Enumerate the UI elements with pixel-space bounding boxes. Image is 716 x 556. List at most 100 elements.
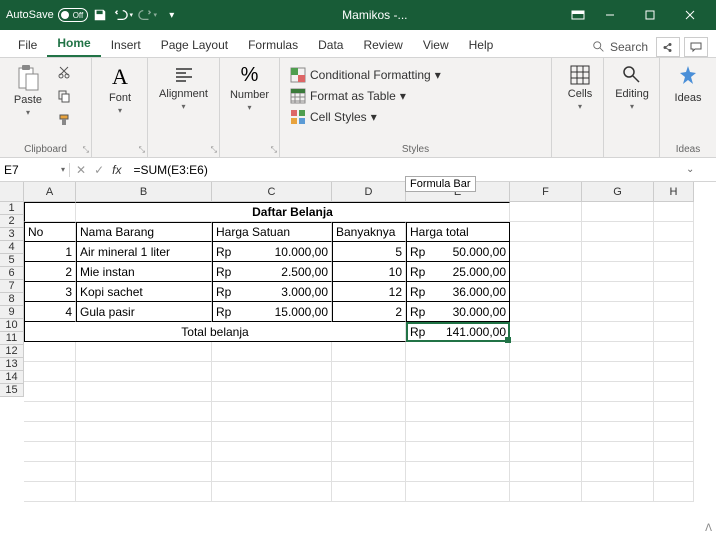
tab-file[interactable]: File	[8, 33, 47, 57]
chevron-down-icon[interactable]: ▾	[61, 165, 65, 174]
cell[interactable]	[582, 302, 654, 322]
fx-icon[interactable]: fx	[112, 163, 121, 177]
font-launcher-icon[interactable]: ⤡	[139, 145, 145, 155]
tab-home[interactable]: Home	[47, 31, 100, 57]
cell[interactable]	[654, 302, 694, 322]
cell[interactable]	[406, 482, 510, 502]
row-header[interactable]: 15	[0, 384, 24, 397]
paste-button[interactable]: Paste ▾	[6, 62, 50, 119]
cell[interactable]: Rp3.000,00	[212, 282, 332, 302]
cell[interactable]	[76, 482, 212, 502]
search-button[interactable]: Search	[592, 40, 648, 54]
cell[interactable]	[76, 422, 212, 442]
cell[interactable]	[76, 382, 212, 402]
cell[interactable]	[406, 382, 510, 402]
cell[interactable]	[582, 382, 654, 402]
alignment-launcher-icon[interactable]: ⤡	[211, 145, 217, 155]
minimize-button[interactable]	[590, 0, 630, 30]
cell[interactable]	[406, 362, 510, 382]
header-no[interactable]: No	[24, 222, 76, 242]
cell[interactable]	[654, 202, 694, 222]
cell[interactable]	[24, 342, 76, 362]
cell[interactable]	[510, 402, 582, 422]
cell[interactable]: Rp10.000,00	[212, 242, 332, 262]
cell[interactable]	[76, 342, 212, 362]
cell[interactable]	[582, 362, 654, 382]
collapse-ribbon-icon[interactable]: ᐱ	[705, 523, 712, 534]
number-button[interactable]: % Number ▾	[226, 62, 273, 114]
row-header[interactable]: 7	[0, 280, 24, 293]
cell[interactable]: 1	[24, 242, 76, 262]
col-header-a[interactable]: A	[24, 182, 76, 202]
tab-page-layout[interactable]: Page Layout	[151, 33, 238, 57]
row-header[interactable]: 2	[0, 215, 24, 228]
cell[interactable]	[582, 462, 654, 482]
cell[interactable]	[654, 262, 694, 282]
cell[interactable]	[510, 222, 582, 242]
row-header[interactable]: 9	[0, 306, 24, 319]
cell[interactable]	[654, 222, 694, 242]
format-painter-button[interactable]	[54, 110, 74, 130]
tab-view[interactable]: View	[413, 33, 459, 57]
cell[interactable]	[510, 282, 582, 302]
col-header-b[interactable]: B	[76, 182, 212, 202]
col-header-h[interactable]: H	[654, 182, 694, 202]
cell[interactable]	[76, 362, 212, 382]
cell[interactable]	[654, 362, 694, 382]
cell[interactable]	[654, 402, 694, 422]
row-header[interactable]: 10	[0, 319, 24, 332]
cell[interactable]	[24, 462, 76, 482]
header-harga-total[interactable]: Harga total	[406, 222, 510, 242]
clipboard-launcher-icon[interactable]: ⤡	[83, 145, 89, 155]
formula-input[interactable]	[127, 163, 716, 177]
row-header[interactable]: 3	[0, 228, 24, 241]
cell[interactable]	[24, 422, 76, 442]
cell[interactable]	[582, 262, 654, 282]
ideas-button[interactable]: Ideas	[666, 62, 710, 106]
cell[interactable]: Gula pasir	[76, 302, 212, 322]
cancel-formula-icon[interactable]: ✕	[76, 163, 86, 177]
cell[interactable]: Kopi sachet	[76, 282, 212, 302]
share-button[interactable]	[656, 37, 680, 57]
cell[interactable]	[76, 442, 212, 462]
cell[interactable]	[582, 282, 654, 302]
cell[interactable]	[654, 482, 694, 502]
row-header[interactable]: 11	[0, 332, 24, 345]
cell[interactable]	[582, 322, 654, 342]
cell[interactable]	[406, 462, 510, 482]
cell[interactable]	[510, 382, 582, 402]
cell[interactable]	[582, 482, 654, 502]
cell[interactable]: 5	[332, 242, 406, 262]
copy-button[interactable]	[54, 86, 74, 106]
cell[interactable]: Rp15.000,00	[212, 302, 332, 322]
cell[interactable]	[406, 422, 510, 442]
cell[interactable]	[654, 342, 694, 362]
row-header[interactable]: 4	[0, 241, 24, 254]
font-button[interactable]: A Font ▾	[98, 62, 142, 117]
cell[interactable]	[582, 222, 654, 242]
number-launcher-icon[interactable]: ⤡	[271, 145, 277, 155]
header-harga-satuan[interactable]: Harga Satuan	[212, 222, 332, 242]
redo-icon[interactable]: ▾	[136, 3, 160, 27]
editing-button[interactable]: Editing ▾	[610, 62, 654, 113]
cell[interactable]: 2	[332, 302, 406, 322]
cell[interactable]	[510, 462, 582, 482]
cell[interactable]: 4	[24, 302, 76, 322]
col-header-g[interactable]: G	[582, 182, 654, 202]
cell[interactable]	[510, 302, 582, 322]
row-header[interactable]: 14	[0, 371, 24, 384]
cell[interactable]	[212, 382, 332, 402]
cell-styles-button[interactable]: Cell Styles ▾	[286, 108, 381, 126]
footer-label[interactable]: Total belanja	[24, 322, 406, 342]
col-header-c[interactable]: C	[212, 182, 332, 202]
header-banyak[interactable]: Banyaknya	[332, 222, 406, 242]
col-header-d[interactable]: D	[332, 182, 406, 202]
cell[interactable]	[582, 202, 654, 222]
cell[interactable]	[332, 362, 406, 382]
cell[interactable]: 2	[24, 262, 76, 282]
cell[interactable]	[406, 342, 510, 362]
cell[interactable]	[212, 402, 332, 422]
cell[interactable]	[24, 202, 76, 222]
cell[interactable]	[332, 382, 406, 402]
expand-formula-bar-icon[interactable]: ⌄	[686, 164, 698, 176]
